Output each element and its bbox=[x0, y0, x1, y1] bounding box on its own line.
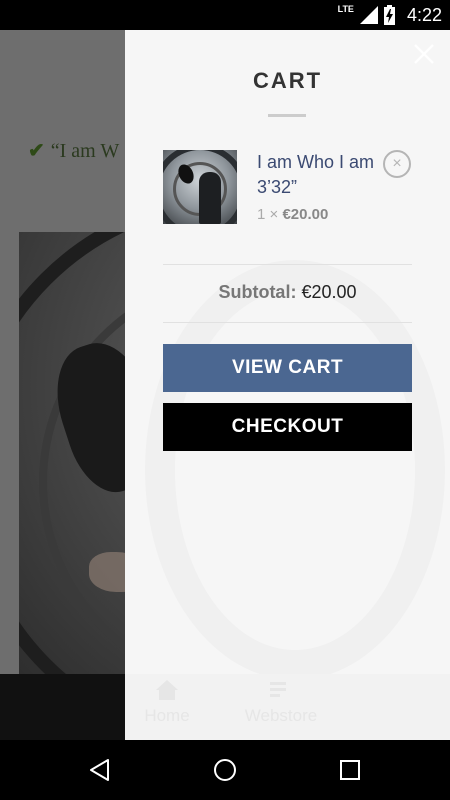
divider bbox=[163, 264, 412, 265]
battery-charging-icon bbox=[383, 5, 395, 25]
ghost-webstore: Webstore bbox=[236, 680, 326, 726]
store-icon bbox=[270, 682, 286, 697]
ghost-home: Home bbox=[125, 680, 212, 726]
cart-item-name[interactable]: I am Who I am 3’32” bbox=[257, 150, 375, 200]
title-underline bbox=[268, 114, 306, 117]
cart-notice: ✔ “I am W bbox=[28, 138, 119, 163]
remove-icon: × bbox=[392, 155, 402, 172]
subtotal: Subtotal: €20.00 bbox=[125, 282, 450, 303]
cart-item: I am Who I am 3’32” 1 × €20.00 × bbox=[163, 150, 413, 230]
cart-drawer: CART I am Who I am 3’32” 1 × €20.00 × Su… bbox=[125, 30, 450, 740]
checkout-button[interactable]: CHECKOUT bbox=[163, 403, 412, 451]
drawer-nav-ghost: Home Webstore bbox=[125, 674, 450, 740]
cart-item-price: €20.00 bbox=[282, 206, 329, 223]
status-bar: LTE 4:22 bbox=[0, 0, 450, 30]
checkmark-icon: ✔ bbox=[28, 140, 45, 162]
status-icons: LTE 4:22 bbox=[338, 0, 442, 30]
divider bbox=[163, 322, 412, 323]
remove-item-button[interactable]: × bbox=[383, 150, 411, 178]
home-icon bbox=[156, 680, 178, 700]
watermark bbox=[145, 260, 445, 680]
cart-item-quantity: 1 × €20.00 bbox=[257, 206, 328, 223]
signal-icon bbox=[359, 6, 378, 24]
home-circle-icon[interactable] bbox=[213, 758, 237, 782]
quantity-text: 1 × bbox=[257, 206, 279, 223]
cart-title: CART bbox=[252, 68, 323, 93]
close-icon[interactable] bbox=[412, 42, 436, 66]
recents-icon[interactable] bbox=[338, 758, 362, 782]
back-icon[interactable] bbox=[88, 758, 112, 782]
cart-item-thumbnail[interactable] bbox=[163, 150, 237, 224]
android-nav-bar bbox=[0, 740, 450, 800]
subtotal-value: €20.00 bbox=[301, 282, 357, 302]
ghost-webstore-label: Webstore bbox=[244, 706, 318, 725]
cart-notice-text: “I am W bbox=[50, 140, 120, 162]
thumb-figure bbox=[199, 172, 221, 224]
view-cart-button[interactable]: VIEW CART bbox=[163, 344, 412, 392]
network-type: LTE bbox=[337, 3, 354, 14]
subtotal-label: Subtotal: bbox=[218, 282, 297, 302]
ghost-home-label: Home bbox=[144, 706, 190, 725]
clock: 4:22 bbox=[406, 4, 442, 25]
